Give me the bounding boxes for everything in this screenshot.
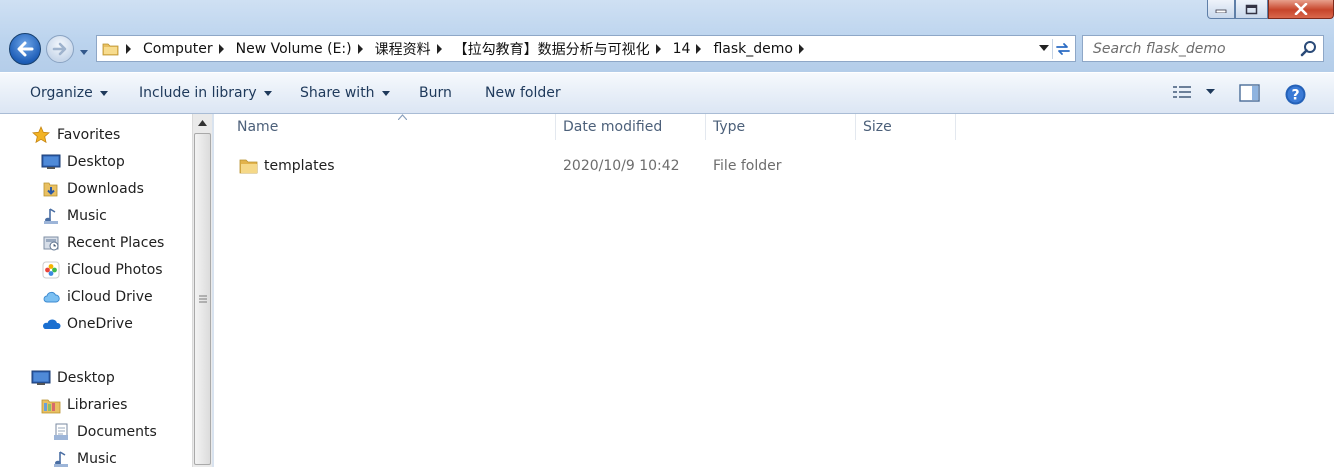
- help-icon: ?: [1285, 84, 1306, 105]
- music-icon: [51, 450, 71, 467]
- navigation-scrollbar[interactable]: [192, 114, 212, 467]
- chevron-down-icon: [1206, 89, 1215, 94]
- organize-button[interactable]: Organize: [30, 85, 108, 101]
- burn-button[interactable]: Burn: [419, 85, 452, 101]
- file-name: templates: [264, 158, 335, 174]
- breadcrumb-separator[interactable]: [126, 43, 131, 54]
- search-input[interactable]: [1091, 39, 1305, 58]
- recent-places-icon: [41, 234, 61, 252]
- navigation-pane: Favorites Desktop Downloads Music Recent…: [0, 114, 192, 467]
- minimize-icon: [1215, 9, 1227, 13]
- breadcrumb-flask-demo[interactable]: flask_demo: [713, 41, 816, 57]
- svg-text:?: ?: [1291, 88, 1299, 104]
- file-row[interactable]: templates 2020/10/9 10:42 File folder: [238, 156, 1138, 178]
- chevron-down-icon: [99, 90, 108, 96]
- back-button[interactable]: [9, 33, 41, 65]
- refresh-icon: [1056, 43, 1070, 55]
- nav-downloads[interactable]: Downloads: [41, 178, 144, 200]
- sort-ascending-icon: [398, 114, 407, 120]
- breadcrumb-separator[interactable]: [218, 43, 224, 54]
- window-controls: [1207, 0, 1334, 20]
- command-bar: Organize Include in library Share with B…: [0, 72, 1334, 114]
- chevron-down-icon: [263, 90, 272, 96]
- grip-icon: [198, 295, 207, 303]
- breadcrumb-14[interactable]: 14: [673, 41, 714, 57]
- share-with-button[interactable]: Share with: [300, 85, 390, 101]
- address-history-dropdown[interactable]: [1039, 45, 1049, 51]
- details-view-icon: [1173, 86, 1191, 98]
- arrow-up-icon: [198, 120, 207, 126]
- include-in-library-button[interactable]: Include in library: [139, 85, 272, 101]
- scrollbar-thumb[interactable]: [194, 133, 211, 465]
- column-header-name[interactable]: Name: [226, 114, 556, 140]
- address-bar[interactable]: Computer New Volume (E:) 课程资料 【拉勾教育】数据分析…: [96, 35, 1076, 62]
- arrow-left-icon: [17, 41, 34, 57]
- search-box[interactable]: [1082, 35, 1324, 62]
- chevron-down-icon: [381, 90, 390, 96]
- onedrive-icon: [41, 315, 61, 333]
- breadcrumb-separator[interactable]: [696, 43, 702, 54]
- file-list: Name Date modified Type Size templates 2…: [214, 114, 1334, 467]
- new-folder-button[interactable]: New folder: [485, 85, 561, 101]
- chevron-down-icon: [80, 50, 88, 55]
- preview-pane-icon: [1239, 84, 1260, 102]
- downloads-folder-icon: [41, 180, 61, 198]
- nav-onedrive[interactable]: OneDrive: [41, 313, 133, 335]
- icloud-photos-icon: [41, 261, 61, 279]
- nav-music[interactable]: Music: [41, 205, 107, 227]
- window-chrome: Computer New Volume (E:) 课程资料 【拉勾教育】数据分析…: [0, 0, 1334, 72]
- breadcrumb-new-volume[interactable]: New Volume (E:): [236, 41, 375, 57]
- nav-desktop[interactable]: Desktop: [41, 151, 125, 173]
- documents-icon: [51, 423, 71, 441]
- help-button[interactable]: ?: [1285, 84, 1306, 105]
- column-header-size[interactable]: Size: [856, 114, 956, 140]
- change-view-button[interactable]: [1172, 84, 1215, 100]
- nav-libraries[interactable]: Libraries: [41, 394, 127, 416]
- nav-music-library[interactable]: Music: [51, 448, 117, 467]
- nav-recent-places[interactable]: Recent Places: [41, 232, 164, 254]
- nav-favorites[interactable]: Favorites: [31, 124, 120, 146]
- music-icon: [41, 207, 61, 225]
- desktop-icon: [41, 153, 61, 171]
- file-type: File folder: [713, 158, 782, 174]
- arrow-right-icon: [52, 42, 67, 56]
- nav-icloud-photos[interactable]: iCloud Photos: [41, 259, 163, 281]
- breadcrumb-separator[interactable]: [436, 43, 442, 54]
- column-header-date-modified[interactable]: Date modified: [556, 114, 706, 140]
- nav-icloud-drive[interactable]: iCloud Drive: [41, 286, 153, 308]
- breadcrumb-course-materials[interactable]: 课程资料: [375, 39, 454, 59]
- search-icon[interactable]: [1300, 40, 1318, 58]
- breadcrumb-separator[interactable]: [798, 43, 804, 54]
- scroll-up-button[interactable]: [193, 114, 212, 132]
- cloud-icon: [41, 288, 61, 306]
- breadcrumb-lagou-course[interactable]: 【拉勾教育】数据分析与可视化: [454, 39, 673, 59]
- maximize-icon: [1245, 4, 1258, 14]
- maximize-button[interactable]: [1235, 0, 1268, 19]
- desktop-icon: [31, 369, 51, 387]
- recent-pages-button[interactable]: [79, 44, 89, 60]
- forward-button[interactable]: [46, 35, 74, 63]
- nav-desktop-root[interactable]: Desktop: [31, 367, 115, 389]
- preview-pane-button[interactable]: [1239, 84, 1260, 102]
- breadcrumb-computer[interactable]: Computer: [143, 41, 236, 57]
- breadcrumb-separator[interactable]: [357, 43, 363, 54]
- column-header-type[interactable]: Type: [706, 114, 856, 140]
- nav-documents[interactable]: Documents: [51, 421, 157, 443]
- file-date-modified: 2020/10/9 10:42: [563, 158, 680, 174]
- libraries-icon: [41, 396, 61, 414]
- star-icon: [31, 126, 51, 144]
- folder-icon: [102, 43, 119, 55]
- close-button[interactable]: [1268, 0, 1334, 19]
- close-icon: [1294, 3, 1308, 15]
- minimize-button[interactable]: [1207, 0, 1235, 19]
- breadcrumb-separator[interactable]: [655, 43, 661, 54]
- folder-icon: [239, 159, 258, 174]
- refresh-button[interactable]: [1052, 39, 1073, 59]
